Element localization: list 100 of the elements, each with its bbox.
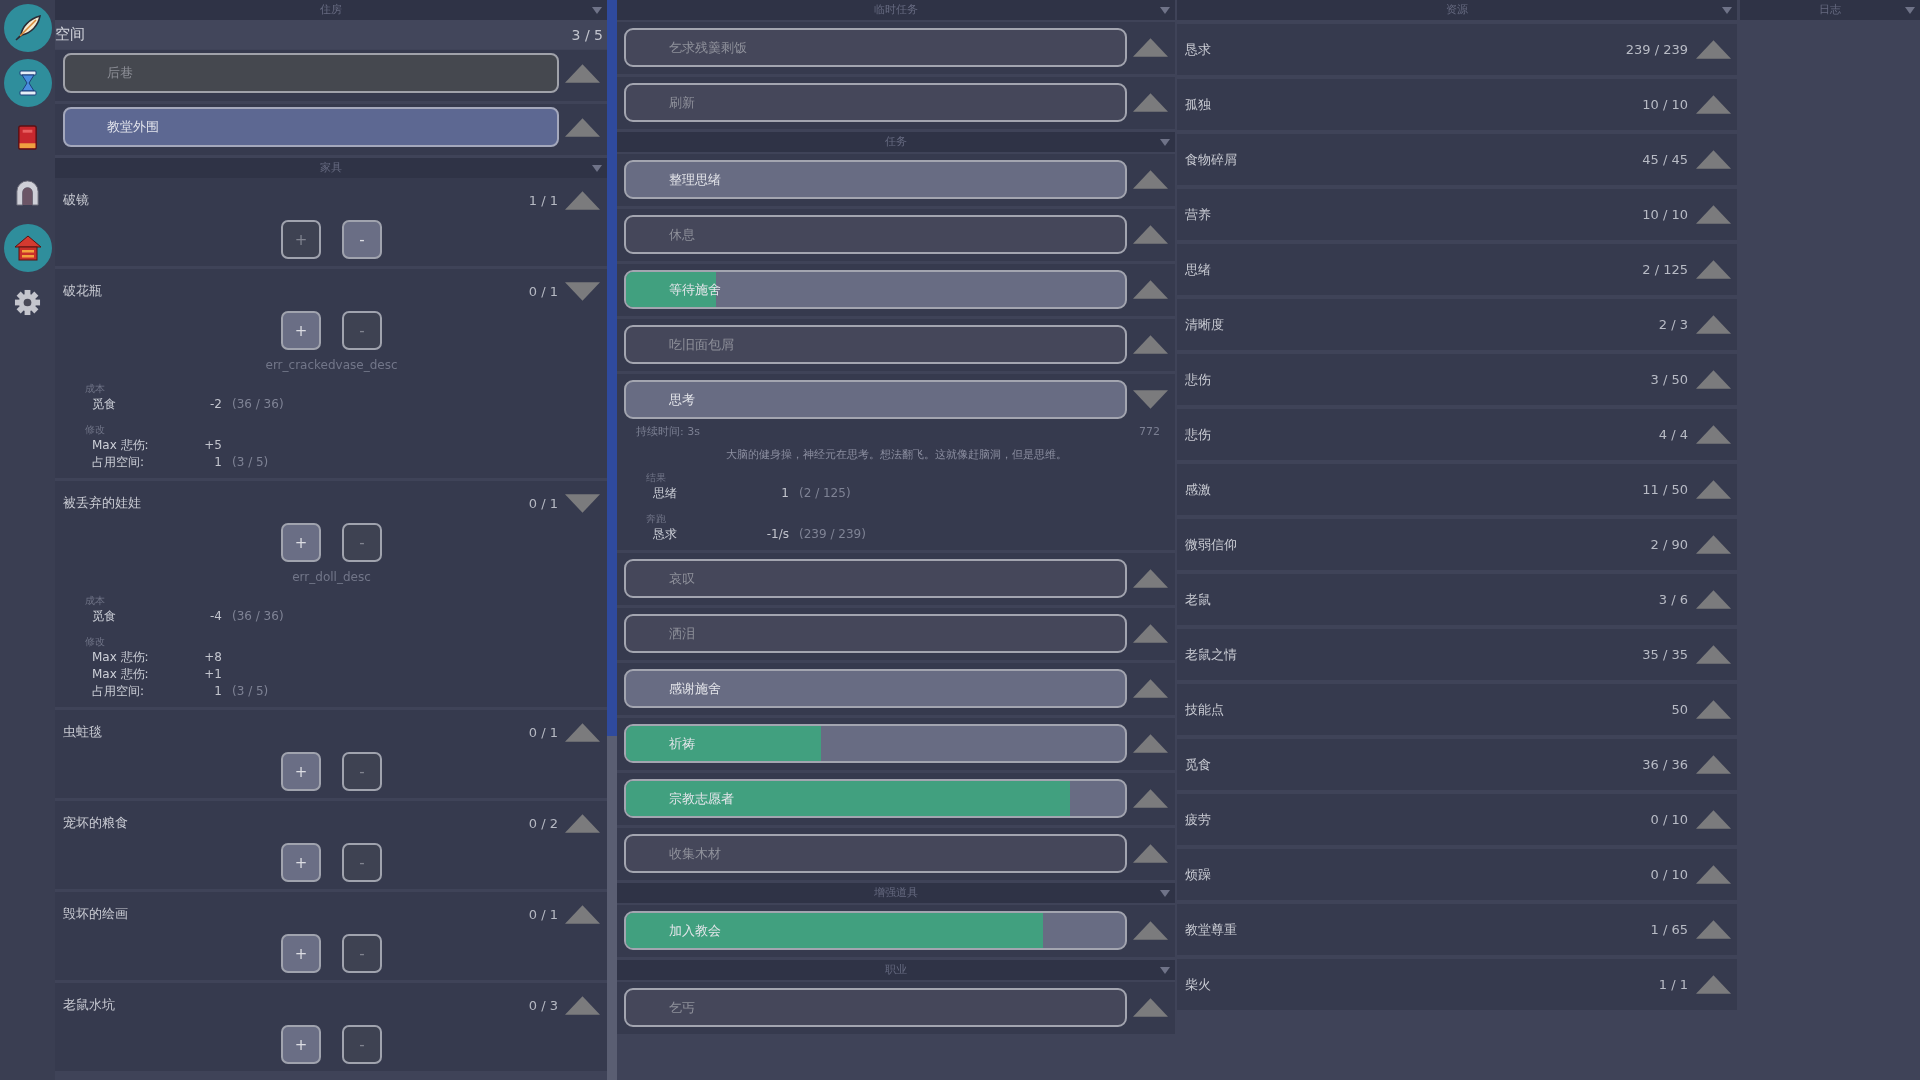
resource-name: 疲劳 bbox=[1185, 810, 1212, 829]
task-button[interactable]: 等待施舍 bbox=[624, 270, 1127, 309]
triangle-up-icon[interactable] bbox=[1696, 755, 1731, 774]
stat-amount: 1 bbox=[780, 485, 789, 502]
triangle-up-icon[interactable] bbox=[1696, 700, 1731, 719]
caret-down-icon[interactable] bbox=[1722, 6, 1732, 14]
triangle-up-icon[interactable] bbox=[1696, 810, 1731, 829]
triangle-up-icon[interactable] bbox=[1133, 170, 1168, 189]
resource-name: 老鼠之情 bbox=[1185, 645, 1238, 664]
stat-name: 思绪 bbox=[653, 485, 678, 502]
quill-icon[interactable] bbox=[3, 3, 52, 52]
triangle-down-icon[interactable] bbox=[565, 281, 600, 301]
increase-button[interactable]: + bbox=[281, 934, 321, 973]
task-button[interactable]: 宗教志愿者 bbox=[624, 779, 1127, 818]
triangle-up-icon[interactable] bbox=[1696, 975, 1731, 994]
caret-down-icon[interactable] bbox=[1160, 6, 1170, 14]
caret-down-icon[interactable] bbox=[592, 6, 602, 14]
stat-amount: +5 bbox=[203, 437, 222, 454]
increase-button[interactable]: + bbox=[281, 843, 321, 882]
resource-value: 2 / 125 bbox=[1642, 262, 1688, 277]
task-button[interactable]: 思考 bbox=[624, 380, 1127, 419]
scrollbar-thumb[interactable] bbox=[607, 0, 617, 736]
scrollbar[interactable] bbox=[607, 0, 617, 1080]
resource-name: 食物碎屑 bbox=[1185, 150, 1238, 169]
task-description: 大脑的健身操，神经元在思考。想法翻飞。这就像赶脑洞，但是思维。 bbox=[724, 447, 1068, 463]
triangle-up-icon[interactable] bbox=[1133, 679, 1168, 698]
resource-name: 悲伤 bbox=[1185, 370, 1212, 389]
stat-total: (2 / 125) bbox=[799, 485, 852, 502]
triangle-up-icon[interactable] bbox=[1696, 865, 1731, 884]
triangle-up-icon[interactable] bbox=[1696, 150, 1731, 169]
furniture-count: 0 / 3 bbox=[528, 997, 558, 1013]
triangle-down-icon[interactable] bbox=[1133, 390, 1168, 409]
triangle-up-icon[interactable] bbox=[1696, 535, 1731, 554]
task-button[interactable]: 祈祷 bbox=[624, 724, 1127, 763]
caret-down-icon[interactable] bbox=[1160, 138, 1170, 146]
resource-value: 36 / 36 bbox=[1642, 757, 1688, 772]
resource-name: 觅食 bbox=[1185, 755, 1212, 774]
stat-total: (36 / 36) bbox=[232, 396, 285, 413]
task-button[interactable]: 整理思绪 bbox=[624, 160, 1127, 199]
triangle-up-icon[interactable] bbox=[565, 117, 600, 137]
triangle-up-icon[interactable] bbox=[1133, 280, 1168, 299]
location-button[interactable]: 后巷 bbox=[63, 53, 559, 93]
triangle-up-icon[interactable] bbox=[1696, 315, 1731, 334]
location-button[interactable]: 教堂外围 bbox=[63, 107, 559, 147]
triangle-up-icon[interactable] bbox=[565, 995, 600, 1015]
triangle-up-icon[interactable] bbox=[1696, 370, 1731, 389]
triangle-up-icon[interactable] bbox=[565, 904, 600, 924]
triangle-up-icon[interactable] bbox=[1696, 480, 1731, 499]
caret-down-icon[interactable] bbox=[592, 164, 602, 172]
triangle-up-icon[interactable] bbox=[1696, 425, 1731, 444]
triangle-up-icon[interactable] bbox=[1133, 789, 1168, 808]
arch-icon[interactable] bbox=[14, 179, 41, 206]
triangle-up-icon[interactable] bbox=[565, 722, 600, 742]
triangle-up-icon[interactable] bbox=[1696, 920, 1731, 939]
furniture-name: 虫蛀毯 bbox=[63, 723, 103, 741]
furniture-description: err_doll_desc bbox=[291, 569, 372, 586]
triangle-up-icon[interactable] bbox=[1696, 645, 1731, 664]
triangle-down-icon[interactable] bbox=[565, 493, 600, 513]
stat-amount: -2 bbox=[209, 396, 222, 413]
triangle-up-icon[interactable] bbox=[1696, 205, 1731, 224]
increase-button[interactable]: + bbox=[281, 752, 321, 791]
resource-value: 3 / 50 bbox=[1650, 372, 1688, 387]
triangle-up-icon[interactable] bbox=[565, 190, 600, 210]
stat-amount: -4 bbox=[209, 608, 222, 625]
triangle-up-icon[interactable] bbox=[565, 813, 600, 833]
task-button[interactable]: 感谢施舍 bbox=[624, 669, 1127, 708]
decrease-button[interactable]: - bbox=[342, 220, 382, 259]
triangle-up-icon[interactable] bbox=[1696, 40, 1731, 59]
triangle-up-icon[interactable] bbox=[1133, 734, 1168, 753]
caret-down-icon[interactable] bbox=[1905, 6, 1915, 14]
resource-value: 2 / 90 bbox=[1650, 537, 1688, 552]
house-icon[interactable] bbox=[3, 223, 52, 272]
furniture-count: 0 / 2 bbox=[528, 815, 558, 831]
furniture-count: 0 / 1 bbox=[528, 724, 558, 740]
furniture-name: 老鼠水坑 bbox=[63, 996, 116, 1014]
stat-name: Max 悲伤: bbox=[92, 666, 150, 683]
stat-total: (239 / 239) bbox=[799, 526, 867, 543]
stat-name: Max 悲伤: bbox=[92, 437, 150, 454]
stat-name: 占用空间: bbox=[92, 683, 146, 700]
resource-name: 烦躁 bbox=[1185, 865, 1212, 884]
triangle-up-icon[interactable] bbox=[1133, 921, 1168, 940]
increase-button[interactable]: + bbox=[281, 311, 321, 350]
space-value: 3 / 5 bbox=[571, 26, 603, 43]
resource-name: 思绪 bbox=[1185, 260, 1212, 279]
furniture-count: 1 / 1 bbox=[528, 192, 558, 208]
triangle-up-icon[interactable] bbox=[1696, 260, 1731, 279]
triangle-up-icon[interactable] bbox=[565, 63, 600, 83]
gear-icon[interactable] bbox=[14, 289, 41, 316]
increase-button[interactable]: + bbox=[281, 1025, 321, 1064]
task-button[interactable]: 加入教会 bbox=[624, 911, 1127, 950]
hourglass-icon[interactable] bbox=[3, 58, 52, 107]
increase-button[interactable]: + bbox=[281, 523, 321, 562]
furniture-name: 破花瓶 bbox=[63, 282, 103, 300]
resource-name: 老鼠 bbox=[1185, 590, 1212, 609]
triangle-up-icon[interactable] bbox=[1696, 95, 1731, 114]
resource-name: 技能点 bbox=[1185, 700, 1225, 719]
caret-down-icon[interactable] bbox=[1160, 889, 1170, 897]
caret-down-icon[interactable] bbox=[1160, 966, 1170, 974]
stat-amount: +1 bbox=[203, 666, 222, 683]
triangle-up-icon[interactable] bbox=[1696, 590, 1731, 609]
